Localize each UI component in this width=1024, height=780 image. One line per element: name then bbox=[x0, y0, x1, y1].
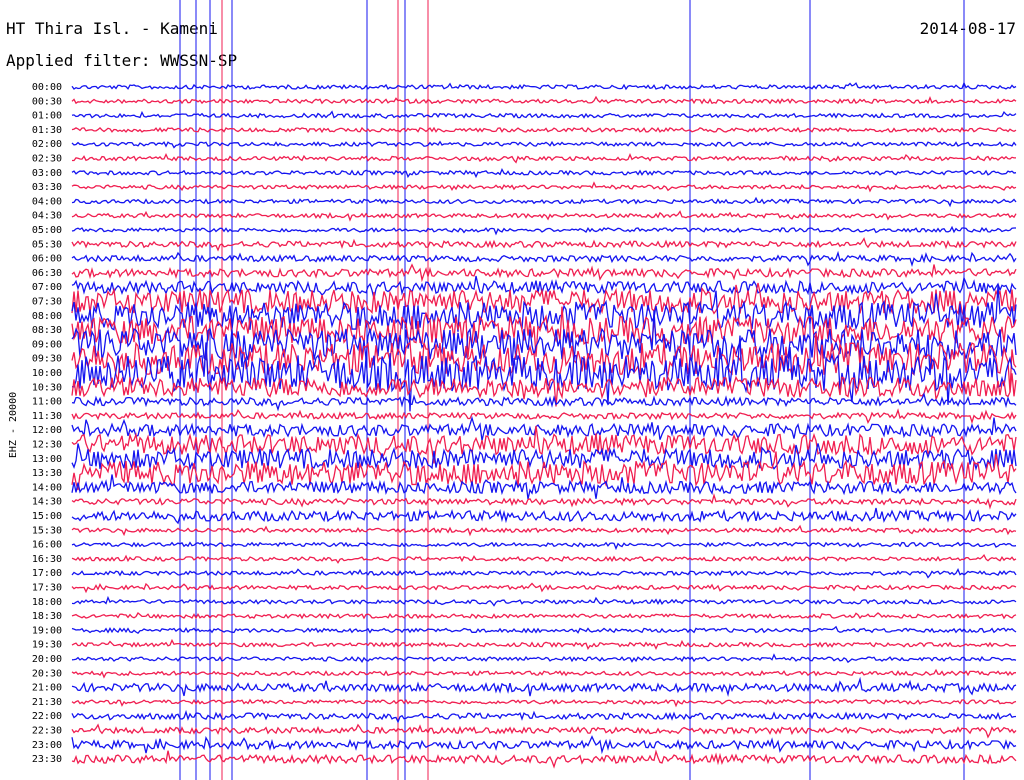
row-label: 21:00 bbox=[32, 683, 62, 694]
row-label: 09:00 bbox=[32, 339, 62, 350]
filter-label: Applied filter: WWSSN-SP bbox=[6, 51, 237, 70]
record-date: 2014-08-17 bbox=[920, 19, 1016, 38]
trace-row bbox=[71, 263, 1017, 283]
row-label: 04:00 bbox=[32, 196, 62, 207]
trace-row bbox=[71, 275, 1017, 299]
trace-row bbox=[71, 749, 1017, 769]
row-label: 00:30 bbox=[32, 96, 62, 107]
trace-row bbox=[71, 126, 1017, 134]
row-label: 14:30 bbox=[32, 497, 62, 508]
trace-rows bbox=[71, 81, 1017, 769]
trace-row bbox=[71, 638, 1017, 651]
row-label: 06:30 bbox=[32, 268, 62, 279]
row-labels: 00:00 00:30 01:00 01:30 02:00 02:30 03:00 03:30… bbox=[32, 82, 62, 765]
trace-row bbox=[71, 676, 1017, 697]
station-title: HT Thira Isl. - Kameni bbox=[6, 19, 218, 38]
row-label: 11:30 bbox=[32, 411, 62, 422]
row-label: 12:00 bbox=[32, 425, 62, 436]
row-label: 03:30 bbox=[32, 182, 62, 193]
row-label: 02:30 bbox=[32, 154, 62, 165]
row-label: 17:30 bbox=[32, 583, 62, 594]
row-label: 12:30 bbox=[32, 440, 62, 451]
trace-row bbox=[71, 392, 1017, 412]
channel-label: EHZ - 20000 bbox=[8, 392, 19, 458]
trace-row bbox=[71, 735, 1017, 755]
trace-row bbox=[71, 225, 1016, 236]
trace-row bbox=[71, 582, 1017, 594]
row-label: 08:00 bbox=[32, 311, 62, 322]
trace-row bbox=[71, 709, 1017, 724]
row-label: 23:00 bbox=[32, 740, 62, 751]
row-label: 04:30 bbox=[32, 211, 62, 222]
row-label: 05:30 bbox=[32, 239, 62, 250]
row-label: 07:00 bbox=[32, 282, 62, 293]
row-label: 01:30 bbox=[32, 125, 62, 136]
row-label: 20:00 bbox=[32, 654, 62, 665]
trace-row bbox=[71, 250, 1017, 267]
row-label: 22:30 bbox=[32, 726, 62, 737]
trace-row bbox=[71, 653, 1017, 664]
trace-row bbox=[71, 95, 1017, 105]
trace-row bbox=[71, 612, 1017, 620]
row-label: 03:00 bbox=[32, 168, 62, 179]
row-label: 06:00 bbox=[32, 254, 62, 265]
row-label: 05:00 bbox=[32, 225, 62, 236]
trace-row bbox=[71, 553, 1017, 564]
helicorder-chart: HT Thira Isl. - Kameni Applied filter: W… bbox=[6, 0, 1017, 780]
trace-row bbox=[71, 567, 1017, 579]
row-label: 07:30 bbox=[32, 297, 62, 308]
trace-row bbox=[71, 408, 1017, 425]
trace-row bbox=[71, 237, 1017, 252]
trace-row bbox=[71, 81, 1017, 91]
trace-row bbox=[71, 524, 1017, 537]
row-label: 22:00 bbox=[32, 711, 62, 722]
row-label: 17:00 bbox=[32, 568, 62, 579]
trace-row bbox=[71, 723, 1017, 739]
row-label: 19:30 bbox=[32, 640, 62, 651]
row-label: 20:30 bbox=[32, 668, 62, 679]
row-label: 02:00 bbox=[32, 139, 62, 150]
row-label: 16:00 bbox=[32, 540, 62, 551]
row-label: 19:00 bbox=[32, 625, 62, 636]
trace-row bbox=[71, 595, 1017, 607]
trace-row bbox=[72, 152, 1016, 164]
row-label: 21:30 bbox=[32, 697, 62, 708]
trace-row bbox=[71, 698, 1017, 708]
row-label: 18:00 bbox=[32, 597, 62, 608]
trace-row bbox=[71, 625, 1017, 635]
row-label: 15:00 bbox=[32, 511, 62, 522]
trace-row bbox=[71, 668, 1017, 679]
row-label: 16:30 bbox=[32, 554, 62, 565]
trace-row bbox=[71, 415, 1017, 441]
trace-row bbox=[71, 474, 1017, 500]
row-label: 01:00 bbox=[32, 111, 62, 122]
row-label: 13:30 bbox=[32, 468, 62, 479]
trace-row bbox=[71, 541, 1017, 551]
row-label: 08:30 bbox=[32, 325, 62, 336]
trace-row bbox=[71, 492, 1017, 510]
row-label: 23:30 bbox=[32, 754, 62, 765]
row-label: 10:30 bbox=[32, 382, 62, 393]
row-label: 13:00 bbox=[32, 454, 62, 465]
trace-row bbox=[71, 196, 1017, 208]
row-label: 18:30 bbox=[32, 611, 62, 622]
trace-row bbox=[71, 507, 1017, 525]
trace-row bbox=[71, 181, 1017, 193]
row-label: 15:30 bbox=[32, 525, 62, 536]
row-label: 00:00 bbox=[32, 82, 62, 93]
row-label: 11:00 bbox=[32, 397, 62, 408]
trace-row bbox=[71, 210, 1017, 222]
row-label: 14:00 bbox=[32, 482, 62, 493]
row-label: 09:30 bbox=[32, 354, 62, 365]
row-label: 10:00 bbox=[32, 368, 62, 379]
trace-row bbox=[71, 140, 1017, 149]
trace-row bbox=[71, 110, 1017, 119]
trace-row bbox=[71, 167, 1017, 179]
